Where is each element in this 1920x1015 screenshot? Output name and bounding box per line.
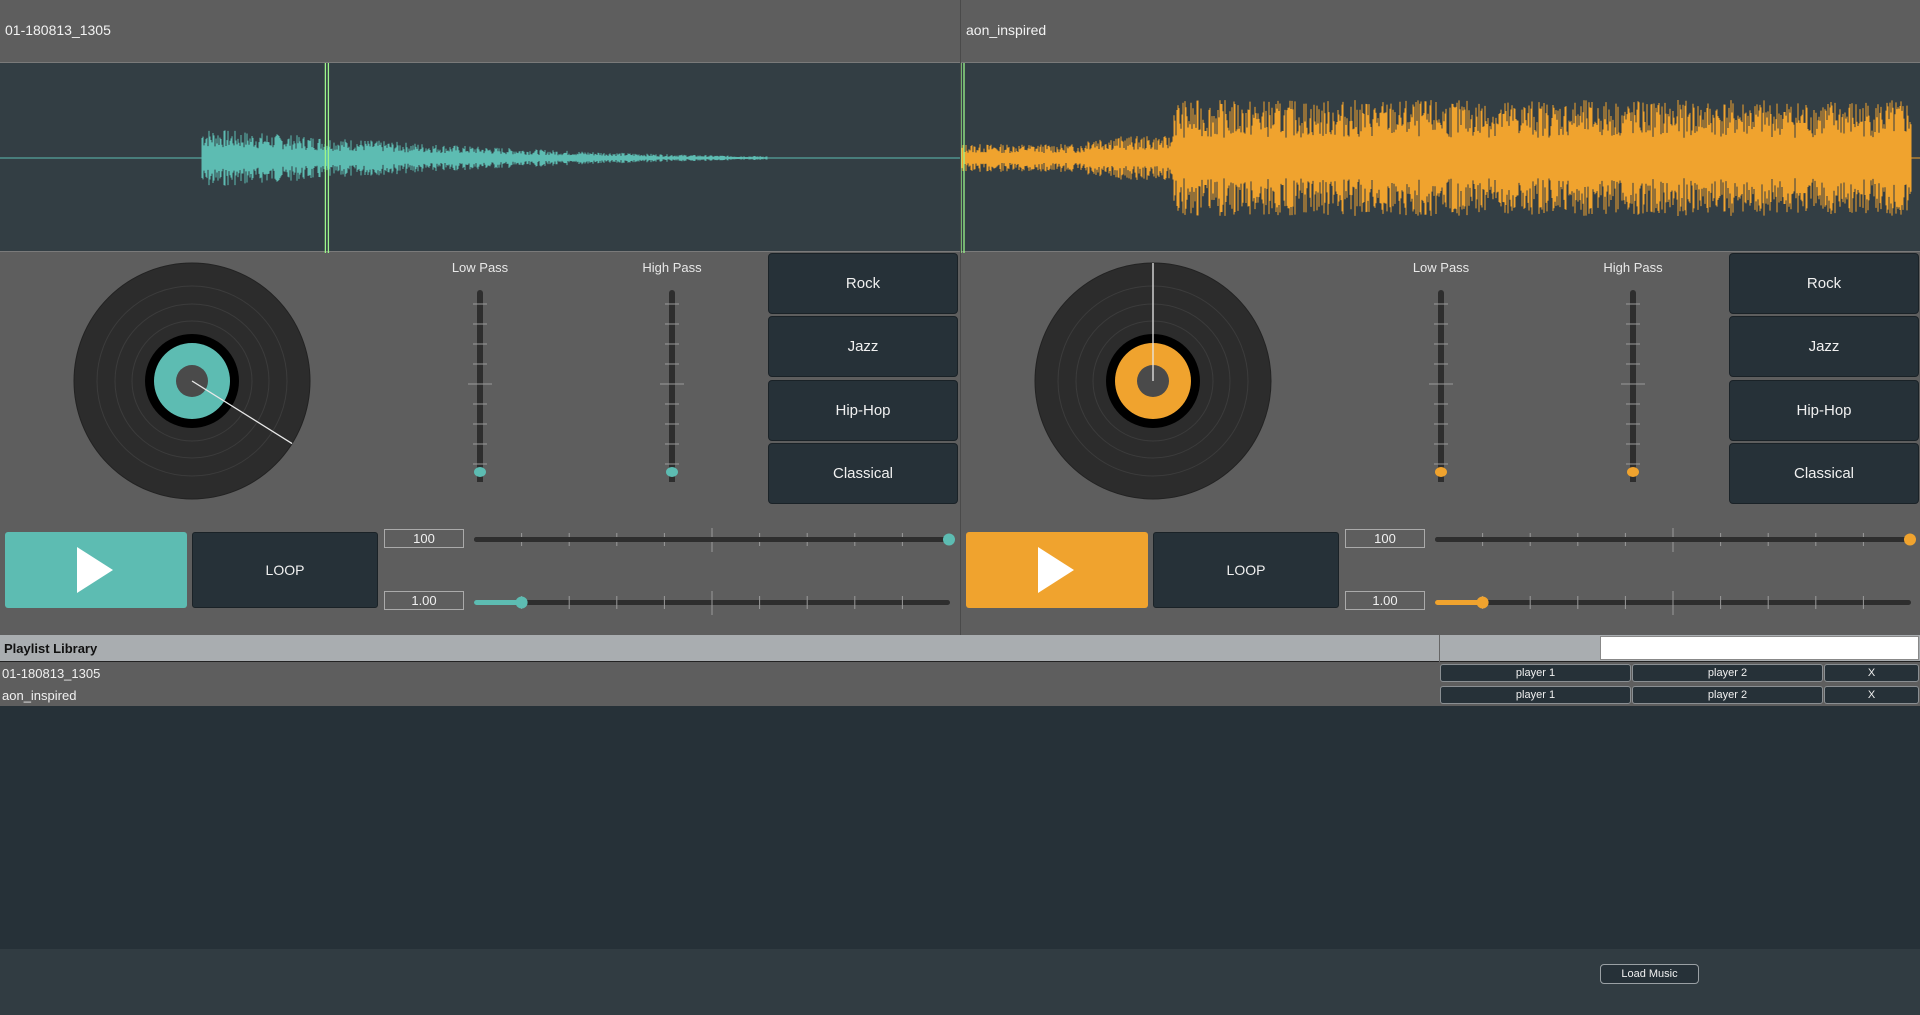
deck-1-turntable[interactable] (73, 262, 311, 500)
deck-2-volume-slider[interactable] (1431, 525, 1916, 553)
deck-2-speed-slider[interactable] (1431, 588, 1916, 616)
genre-jazz-button[interactable]: Jazz (768, 316, 958, 377)
load-player-1-button[interactable]: player 1 (1440, 686, 1631, 704)
deck-1-title: 01-180813_1305 (5, 22, 111, 38)
deck-1-waveform[interactable] (0, 62, 960, 253)
load-music-button[interactable]: Load Music (1600, 964, 1699, 984)
deck-1-loop-button[interactable]: LOOP (192, 532, 378, 608)
deck-2-volume-value[interactable]: 100 (1345, 529, 1425, 548)
dj-app: 01-180813_1305 Low Pass High Pass Rock J… (0, 0, 1920, 1015)
deck-2-play-button[interactable] (966, 532, 1148, 608)
genre-jazz-button[interactable]: Jazz (1729, 316, 1919, 377)
deck-2-turntable[interactable] (1034, 262, 1272, 500)
track-name: aon_inspired (2, 688, 77, 703)
deck-1-play-button[interactable] (5, 532, 187, 608)
genre-classical-button[interactable]: Classical (768, 443, 958, 504)
deck-2-loop-button[interactable]: LOOP (1153, 532, 1339, 608)
playlist-header: Playlist Library (0, 635, 1920, 662)
remove-track-button[interactable]: X (1824, 664, 1919, 682)
remove-track-button[interactable]: X (1824, 686, 1919, 704)
load-player-2-button[interactable]: player 2 (1632, 686, 1823, 704)
low-pass-slider[interactable] (1426, 282, 1456, 482)
deck-2: aon_inspired Low Pass High Pass Rock Jaz… (960, 0, 1920, 635)
deck-1-volume-value[interactable]: 100 (384, 529, 464, 548)
play-icon (1038, 547, 1074, 593)
low-pass-label: Low Pass (451, 260, 509, 275)
high-pass-label: High Pass (1603, 260, 1663, 275)
high-pass-slider[interactable] (657, 282, 687, 482)
genre-hiphop-button[interactable]: Hip-Hop (768, 380, 958, 441)
deck-1-speed-slider[interactable] (470, 588, 955, 616)
deck-2-speed-value[interactable]: 1.00 (1345, 591, 1425, 610)
deck-2-waveform[interactable] (961, 62, 1920, 253)
playlist-empty-area (0, 706, 1920, 949)
deck-1-speed-value[interactable]: 1.00 (384, 591, 464, 610)
low-pass-slider[interactable] (465, 282, 495, 482)
high-pass-slider[interactable] (1618, 282, 1648, 482)
deck-2-title: aon_inspired (966, 22, 1047, 38)
deck-1: 01-180813_1305 Low Pass High Pass Rock J… (0, 0, 960, 635)
genre-rock-button[interactable]: Rock (1729, 253, 1919, 314)
playlist-search-input[interactable] (1600, 636, 1919, 660)
deck-1-volume-slider[interactable] (470, 525, 955, 553)
genre-rock-button[interactable]: Rock (768, 253, 958, 314)
vinyl-disc-icon[interactable] (1034, 262, 1272, 500)
waveform-canvas[interactable] (961, 63, 1920, 253)
low-pass-label: Low Pass (1412, 260, 1470, 275)
playlist-row: 01-180813_1305 player 1 player 2 X (0, 662, 1920, 684)
playlist-title: Playlist Library (4, 641, 98, 656)
load-player-1-button[interactable]: player 1 (1440, 664, 1631, 682)
load-player-2-button[interactable]: player 2 (1632, 664, 1823, 682)
footer-bar: Load Music (0, 949, 1920, 1015)
play-icon (77, 547, 113, 593)
vinyl-disc-icon[interactable] (73, 262, 311, 500)
playlist-row: aon_inspired player 1 player 2 X (0, 684, 1920, 706)
high-pass-label: High Pass (642, 260, 702, 275)
genre-classical-button[interactable]: Classical (1729, 443, 1919, 504)
track-name: 01-180813_1305 (2, 666, 101, 681)
header-divider (1439, 635, 1440, 662)
waveform-canvas[interactable] (0, 63, 960, 253)
genre-hiphop-button[interactable]: Hip-Hop (1729, 380, 1919, 441)
